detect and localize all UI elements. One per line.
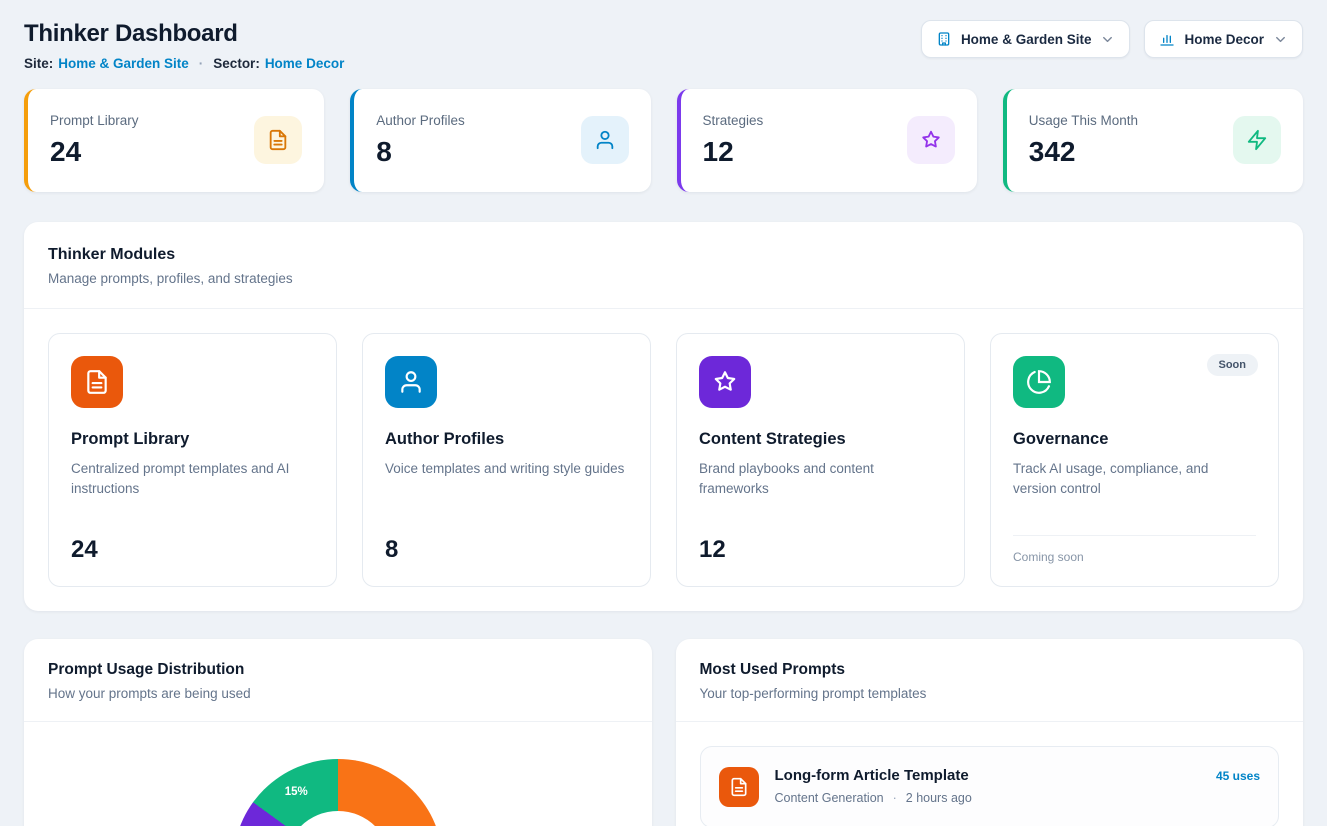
stat-card-strategies: Strategies 12 bbox=[677, 89, 977, 192]
module-card-author-profiles[interactable]: Author Profiles Voice templates and writ… bbox=[362, 333, 651, 587]
module-description: Voice templates and writing style guides bbox=[385, 459, 625, 479]
module-card-prompt-library[interactable]: Prompt Library Centralized prompt templa… bbox=[48, 333, 337, 587]
card-title: Most Used Prompts bbox=[700, 661, 1280, 679]
card-subtitle: How your prompts are being used bbox=[48, 686, 628, 701]
site-selector-label: Home & Garden Site bbox=[961, 32, 1092, 47]
stat-label: Prompt Library bbox=[50, 113, 139, 128]
bar-chart-icon bbox=[1159, 31, 1175, 47]
site-link[interactable]: Home & Garden Site bbox=[58, 56, 189, 71]
coming-soon-text: Coming soon bbox=[1013, 535, 1256, 564]
stat-info: Prompt Library 24 bbox=[50, 113, 139, 168]
user-icon bbox=[581, 116, 629, 164]
stat-card-author-profiles: Author Profiles 8 bbox=[350, 89, 650, 192]
sector-selector-label: Home Decor bbox=[1184, 32, 1264, 47]
building-icon bbox=[936, 31, 952, 47]
prompt-usage-card: Prompt Usage Distribution How your promp… bbox=[24, 639, 652, 826]
stat-label: Usage This Month bbox=[1029, 113, 1138, 128]
stat-value: 342 bbox=[1029, 136, 1138, 168]
site-label: Site: bbox=[24, 56, 53, 71]
star-icon bbox=[699, 356, 751, 408]
module-card-governance[interactable]: Soon Governance Track AI usage, complian… bbox=[990, 333, 1279, 587]
module-title: Prompt Library bbox=[71, 430, 314, 449]
header-actions: Home & Garden Site Home Decor bbox=[921, 20, 1303, 58]
prompt-meta: Content Generation · 2 hours ago bbox=[775, 791, 972, 805]
dashboard-page: Thinker Dashboard Site: Home & Garden Si… bbox=[0, 0, 1327, 826]
separator-dot: · bbox=[893, 791, 897, 805]
user-icon bbox=[385, 356, 437, 408]
module-description: Track AI usage, compliance, and version … bbox=[1013, 459, 1253, 500]
stat-info: Strategies 12 bbox=[703, 113, 764, 168]
module-count: 12 bbox=[699, 536, 942, 564]
stat-value: 24 bbox=[50, 136, 139, 168]
panel-title: Thinker Modules bbox=[48, 246, 1279, 264]
module-count: 8 bbox=[385, 536, 628, 564]
chart-area: 15% bbox=[24, 722, 652, 826]
stat-info: Author Profiles 8 bbox=[376, 113, 465, 168]
stat-label: Strategies bbox=[703, 113, 764, 128]
donut-chart: 15% bbox=[233, 759, 443, 826]
card-subtitle: Your top-performing prompt templates bbox=[700, 686, 1280, 701]
panel-head: Thinker Modules Manage prompts, profiles… bbox=[24, 222, 1303, 308]
stat-info: Usage This Month 342 bbox=[1029, 113, 1138, 168]
stat-value: 12 bbox=[703, 136, 764, 168]
chevron-down-icon bbox=[1100, 32, 1115, 47]
module-count: 24 bbox=[71, 536, 314, 564]
module-description: Centralized prompt templates and AI inst… bbox=[71, 459, 311, 500]
header-titles: Thinker Dashboard Site: Home & Garden Si… bbox=[24, 20, 344, 71]
chevron-down-icon bbox=[1273, 32, 1288, 47]
prompt-uses-badge: 45 uses bbox=[1216, 767, 1260, 783]
document-icon bbox=[719, 767, 759, 807]
prompt-title: Long-form Article Template bbox=[775, 767, 972, 784]
stats-row: Prompt Library 24 Author Profiles 8 Stra… bbox=[24, 89, 1303, 192]
module-title: Governance bbox=[1013, 430, 1256, 449]
pie-chart-icon bbox=[1013, 356, 1065, 408]
stat-label: Author Profiles bbox=[376, 113, 465, 128]
sector-link[interactable]: Home Decor bbox=[265, 56, 345, 71]
header: Thinker Dashboard Site: Home & Garden Si… bbox=[24, 20, 1303, 71]
donut-slice-label: 15% bbox=[285, 786, 308, 798]
stat-value: 8 bbox=[376, 136, 465, 168]
site-selector[interactable]: Home & Garden Site bbox=[921, 20, 1131, 58]
zap-icon bbox=[1233, 116, 1281, 164]
separator-dot: · bbox=[199, 56, 204, 71]
module-description: Brand playbooks and content frameworks bbox=[699, 459, 939, 500]
prompt-category: Content Generation bbox=[775, 791, 884, 805]
star-icon bbox=[907, 116, 955, 164]
soon-badge: Soon bbox=[1207, 354, 1259, 376]
prompt-list-item[interactable]: Long-form Article Template Content Gener… bbox=[700, 746, 1280, 826]
modules-grid: Prompt Library Centralized prompt templa… bbox=[24, 309, 1303, 611]
document-icon bbox=[254, 116, 302, 164]
page-title: Thinker Dashboard bbox=[24, 20, 344, 48]
sector-selector[interactable]: Home Decor bbox=[1144, 20, 1303, 58]
stat-card-prompt-library: Prompt Library 24 bbox=[24, 89, 324, 192]
module-title: Content Strategies bbox=[699, 430, 942, 449]
prompt-time: 2 hours ago bbox=[906, 791, 972, 805]
breadcrumb: Site: Home & Garden Site · Sector: Home … bbox=[24, 56, 344, 71]
document-icon bbox=[71, 356, 123, 408]
prompt-info: Long-form Article Template Content Gener… bbox=[775, 767, 972, 805]
bottom-row: Prompt Usage Distribution How your promp… bbox=[24, 639, 1303, 826]
module-title: Author Profiles bbox=[385, 430, 628, 449]
stat-card-usage: Usage This Month 342 bbox=[1003, 89, 1303, 192]
panel-subtitle: Manage prompts, profiles, and strategies bbox=[48, 271, 1279, 286]
card-head: Most Used Prompts Your top-performing pr… bbox=[676, 639, 1304, 721]
prompt-list: Long-form Article Template Content Gener… bbox=[676, 722, 1304, 826]
card-head: Prompt Usage Distribution How your promp… bbox=[24, 639, 652, 721]
card-title: Prompt Usage Distribution bbox=[48, 661, 628, 679]
most-used-prompts-card: Most Used Prompts Your top-performing pr… bbox=[676, 639, 1304, 826]
sector-label: Sector: bbox=[213, 56, 260, 71]
module-card-content-strategies[interactable]: Content Strategies Brand playbooks and c… bbox=[676, 333, 965, 587]
thinker-modules-panel: Thinker Modules Manage prompts, profiles… bbox=[24, 222, 1303, 611]
